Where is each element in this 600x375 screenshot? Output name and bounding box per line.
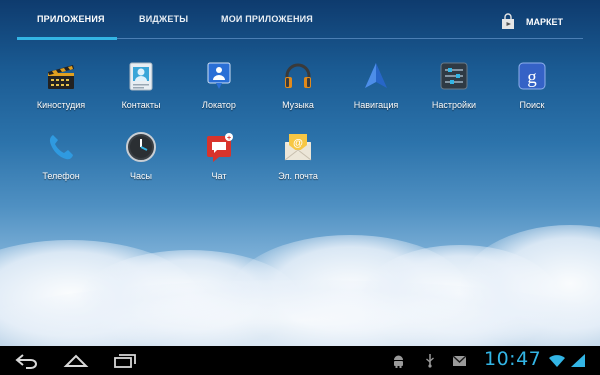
app-music[interactable]: Музыка	[259, 60, 335, 120]
app-label: Эл. почта	[278, 171, 318, 181]
system-bar: 10:47	[0, 346, 600, 375]
headphones-icon	[285, 63, 311, 88]
market-bag-icon	[502, 13, 514, 29]
clapperboard-icon	[48, 65, 74, 89]
app-label: Телефон	[42, 171, 80, 181]
map-pin-icon	[207, 62, 231, 89]
phone-handset-icon	[49, 135, 73, 160]
app-label: Поиск	[519, 100, 545, 110]
app-label: Навигация	[353, 100, 399, 110]
tab-my-applications[interactable]: МОИ ПРИЛОЖЕНИЯ	[221, 14, 313, 34]
recent-apps-icon[interactable]	[112, 352, 138, 369]
svg-text:@: @	[293, 138, 303, 149]
app-locator[interactable]: Локатор	[180, 60, 256, 120]
tab-applications[interactable]: ПРИЛОЖЕНИЯ	[37, 14, 105, 34]
clock-icon	[126, 132, 156, 162]
home-icon[interactable]	[63, 352, 89, 369]
app-label: Часы	[130, 171, 152, 181]
app-navigation[interactable]: Навигация	[337, 60, 413, 120]
app-search[interactable]: g Поиск	[493, 60, 569, 120]
app-label: Музыка	[282, 100, 314, 110]
app-kinostudio[interactable]: Киностудия	[22, 60, 98, 120]
email-envelope-icon: @	[284, 134, 312, 161]
app-clock[interactable]: Часы	[102, 131, 178, 191]
app-contacts[interactable]: Контакты	[102, 60, 178, 120]
app-email[interactable]: @ Эл. почта	[259, 131, 335, 191]
gmail-icon	[452, 355, 467, 366]
app-label: Киностудия	[36, 100, 86, 110]
app-label: Локатор	[202, 100, 236, 110]
svg-text:g: g	[527, 67, 537, 88]
svg-text:+: +	[227, 135, 231, 142]
status-clock[interactable]: 10:47	[484, 348, 541, 370]
market-label: МАРКЕТ	[526, 17, 563, 27]
back-icon[interactable]	[14, 352, 40, 369]
app-label: Чат	[211, 171, 227, 181]
tab-bar: ПРИЛОЖЕНИЯ ВИДЖЕТЫ МОИ ПРИЛОЖЕНИЯ МАРКЕТ	[0, 0, 600, 44]
app-phone[interactable]: Телефон	[22, 131, 98, 191]
wifi-icon	[549, 355, 565, 367]
app-chat[interactable]: + Чат	[180, 131, 256, 191]
navigation-arrow-icon	[365, 63, 387, 88]
android-debug-icon	[394, 355, 403, 368]
chat-bubble-icon: +	[207, 133, 233, 162]
app-settings[interactable]: Настройки	[415, 60, 491, 120]
settings-sliders-icon	[440, 62, 468, 90]
tab-widgets[interactable]: ВИДЖЕТЫ	[139, 14, 188, 34]
signal-icon	[571, 354, 585, 367]
app-drawer-screen: ПРИЛОЖЕНИЯ ВИДЖЕТЫ МОИ ПРИЛОЖЕНИЯ МАРКЕТ…	[0, 0, 600, 375]
app-label: Настройки	[431, 100, 477, 110]
usb-icon	[426, 354, 434, 368]
app-label: Контакты	[121, 100, 161, 110]
active-tab-indicator	[17, 37, 117, 40]
contacts-card-icon	[129, 62, 153, 91]
google-search-icon: g	[518, 62, 546, 90]
